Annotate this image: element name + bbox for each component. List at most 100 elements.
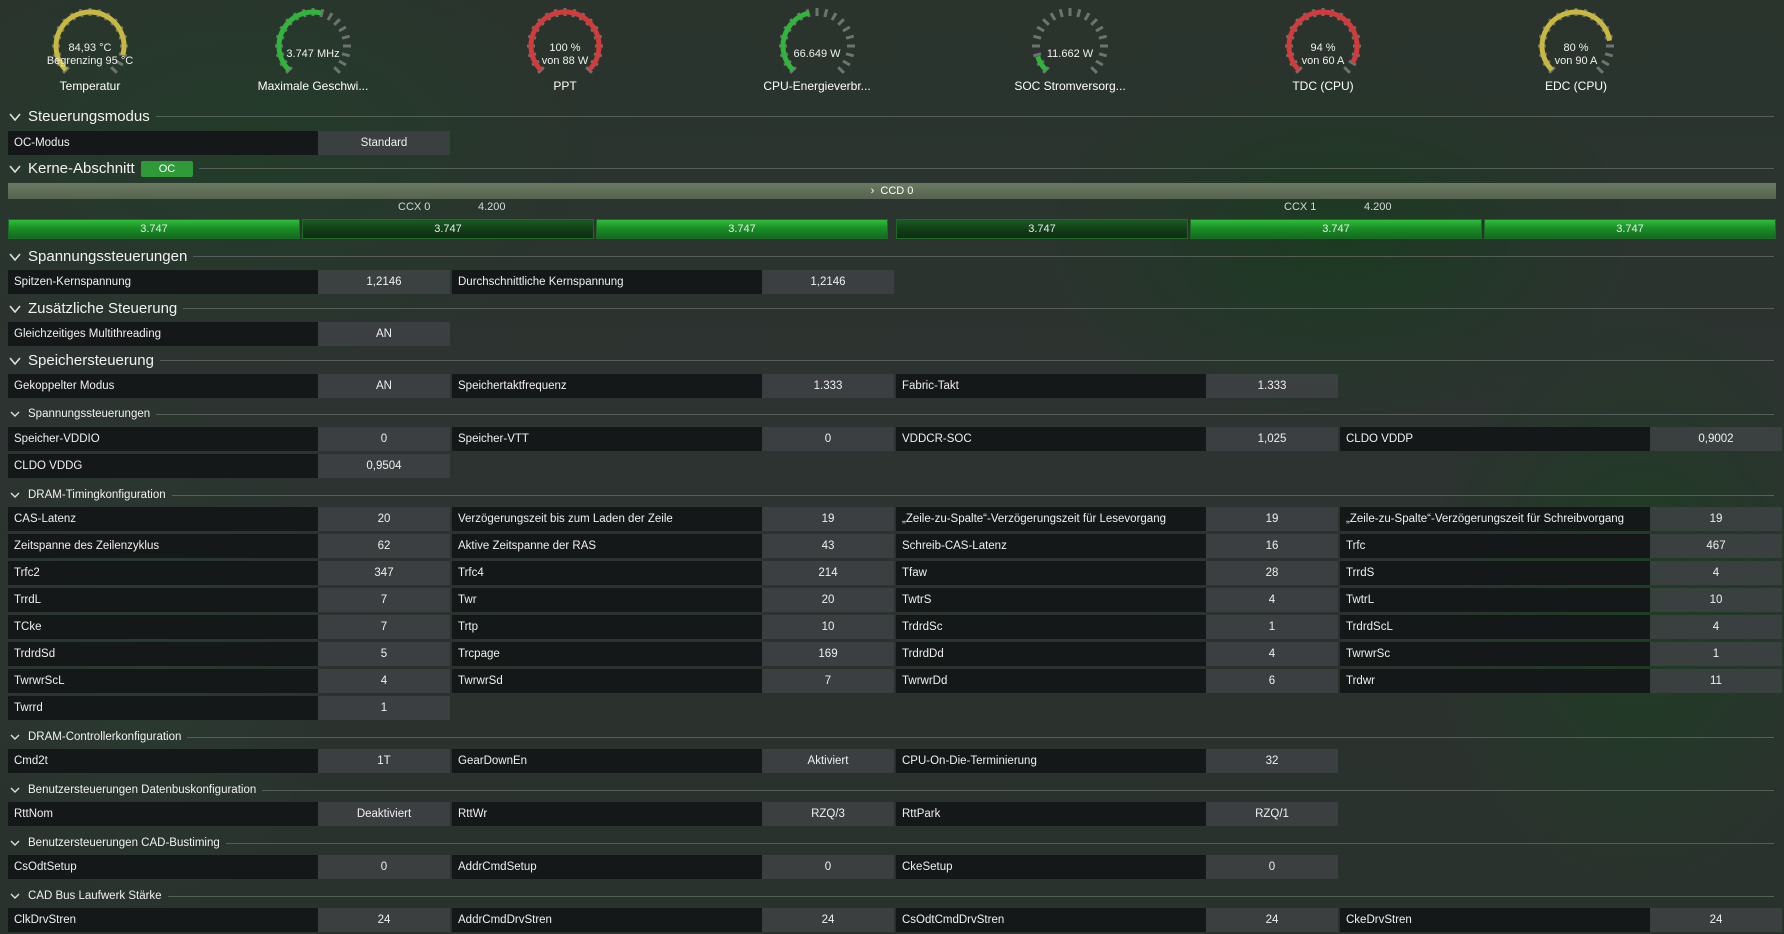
section-cores[interactable]: Kerne-Abschnitt OC xyxy=(8,160,1774,177)
chevron-down-icon[interactable] xyxy=(8,837,22,849)
field-value[interactable]: 1 xyxy=(1650,642,1782,666)
timing-field[interactable]: Trcpage 169 xyxy=(452,642,894,666)
timing-field[interactable]: Trtp 10 xyxy=(452,615,894,639)
section-memory-voltage[interactable]: Spannungssteuerungen xyxy=(8,408,1774,420)
timing-field[interactable]: Trfc 467 xyxy=(1340,534,1782,558)
field-value[interactable]: 1T xyxy=(318,749,450,773)
timing-field[interactable]: TrdrdSd 5 xyxy=(8,642,450,666)
field[interactable]: GearDownEn Aktiviert xyxy=(452,749,894,773)
ccd-header[interactable]: › CCD 0 xyxy=(8,183,1776,199)
field[interactable]: Gleichzeitiges Multithreading AN xyxy=(8,322,450,346)
field-value[interactable]: 19 xyxy=(1650,507,1782,531)
timing-field[interactable]: TwtrS 4 xyxy=(896,588,1338,612)
timing-field[interactable]: Verzögerungszeit bis zum Laden der Zeile… xyxy=(452,507,894,531)
field-value[interactable]: Deaktiviert xyxy=(318,802,450,826)
timing-field[interactable]: TrdrdDd 4 xyxy=(896,642,1338,666)
field-value[interactable]: 10 xyxy=(1650,588,1782,612)
field[interactable]: RttWr RZQ/3 xyxy=(452,802,894,826)
timing-field[interactable]: TrdrdSc 1 xyxy=(896,615,1338,639)
field[interactable]: Speichertaktfrequenz 1.333 xyxy=(452,374,894,398)
field-value[interactable]: 5 xyxy=(318,642,450,666)
chevron-down-icon[interactable] xyxy=(8,731,22,743)
field-value[interactable]: 1 xyxy=(318,696,450,720)
timing-field[interactable]: Aktive Zeitspanne der RAS 43 xyxy=(452,534,894,558)
field-value[interactable]: 1.333 xyxy=(762,374,894,398)
field-value[interactable]: 0,9002 xyxy=(1650,427,1782,451)
section-databus[interactable]: Benutzersteuerungen Datenbuskonfiguratio… xyxy=(8,784,1774,796)
field-value[interactable]: 16 xyxy=(1206,534,1338,558)
chevron-down-icon[interactable] xyxy=(8,111,22,123)
timing-field[interactable]: TrrdL 7 xyxy=(8,588,450,612)
field[interactable]: ClkDrvStren 24 xyxy=(8,908,450,932)
timing-field[interactable]: TwrwrDd 6 xyxy=(896,669,1338,693)
timing-field[interactable]: TrdrdScL 4 xyxy=(1340,615,1782,639)
field-value[interactable]: 0 xyxy=(318,855,450,879)
field[interactable]: CkeDrvStren 24 xyxy=(1340,908,1782,932)
field-value[interactable]: 28 xyxy=(1206,561,1338,585)
chevron-down-icon[interactable] xyxy=(8,784,22,796)
field-value[interactable]: 4 xyxy=(1206,642,1338,666)
field[interactable]: Speicher-VDDIO 0 xyxy=(8,427,450,451)
field-value[interactable]: 4 xyxy=(1206,588,1338,612)
timing-field[interactable]: Schreib-CAS-Latenz 16 xyxy=(896,534,1338,558)
field-value[interactable]: 0 xyxy=(762,855,894,879)
timing-field[interactable]: Trfc2 347 xyxy=(8,561,450,585)
field-value[interactable]: 0,9504 xyxy=(318,454,450,478)
field-value[interactable]: 24 xyxy=(318,908,450,932)
field[interactable]: Durchschnittliche Kernspannung 1,2146 xyxy=(452,270,894,294)
field-value[interactable]: RZQ/1 xyxy=(1206,802,1338,826)
section-memory[interactable]: Speichersteuerung xyxy=(8,352,1774,369)
field-value[interactable]: 7 xyxy=(318,615,450,639)
timing-field[interactable]: Twr 20 xyxy=(452,588,894,612)
field-value[interactable]: 7 xyxy=(318,588,450,612)
field-value[interactable]: 11 xyxy=(1650,669,1782,693)
field-value[interactable]: 24 xyxy=(762,908,894,932)
field[interactable]: RttPark RZQ/1 xyxy=(896,802,1338,826)
field-value[interactable]: 467 xyxy=(1650,534,1782,558)
chevron-down-icon[interactable] xyxy=(8,303,22,315)
field-value[interactable]: RZQ/3 xyxy=(762,802,894,826)
timing-field[interactable]: Trfc4 214 xyxy=(452,561,894,585)
chevron-down-icon[interactable] xyxy=(8,408,22,420)
field-value[interactable]: 20 xyxy=(318,507,450,531)
timing-field[interactable]: TwtrL 10 xyxy=(1340,588,1782,612)
field-value[interactable]: 169 xyxy=(762,642,894,666)
field-value[interactable]: 0 xyxy=(762,427,894,451)
field-value[interactable]: 20 xyxy=(762,588,894,612)
field-value[interactable]: 43 xyxy=(762,534,894,558)
field-value[interactable]: 7 xyxy=(762,669,894,693)
field-value[interactable]: 1.333 xyxy=(1206,374,1338,398)
field-value[interactable]: 347 xyxy=(318,561,450,585)
field-value[interactable]: 4 xyxy=(1650,561,1782,585)
field-value[interactable]: 10 xyxy=(762,615,894,639)
chevron-down-icon[interactable] xyxy=(8,355,22,367)
field[interactable]: Cmd2t 1T xyxy=(8,749,450,773)
timing-field[interactable]: „Zeile-zu-Spalte“-Verzögerungszeit für L… xyxy=(896,507,1338,531)
field-value[interactable]: 4 xyxy=(1650,615,1782,639)
field-value[interactable]: 4 xyxy=(318,669,450,693)
field[interactable]: AddrCmdSetup 0 xyxy=(452,855,894,879)
chevron-down-icon[interactable] xyxy=(8,489,22,501)
timing-field[interactable]: Twrrd 1 xyxy=(8,696,450,720)
field-value[interactable]: 19 xyxy=(762,507,894,531)
field-value[interactable]: 32 xyxy=(1206,749,1338,773)
section-control-mode[interactable]: Steuerungsmodus xyxy=(8,108,1774,125)
field-oc-mode[interactable]: OC-Modus Standard xyxy=(8,131,450,155)
field[interactable]: CPU-On-Die-Terminierung 32 xyxy=(896,749,1338,773)
field-value[interactable]: Standard xyxy=(318,131,450,155)
field-value[interactable]: 24 xyxy=(1650,908,1782,932)
field-value[interactable]: 6 xyxy=(1206,669,1338,693)
timing-field[interactable]: CAS-Latenz 20 xyxy=(8,507,450,531)
chevron-down-icon[interactable] xyxy=(8,890,22,902)
field-value[interactable]: 19 xyxy=(1206,507,1338,531)
field-value[interactable]: 1 xyxy=(1206,615,1338,639)
field-value[interactable]: 1,025 xyxy=(1206,427,1338,451)
field[interactable]: Speicher-VTT 0 xyxy=(452,427,894,451)
field[interactable]: Fabric-Takt 1.333 xyxy=(896,374,1338,398)
field[interactable]: Spitzen-Kernspannung 1,2146 xyxy=(8,270,450,294)
timing-field[interactable]: Tfaw 28 xyxy=(896,561,1338,585)
field[interactable]: CsOdtCmdDrvStren 24 xyxy=(896,908,1338,932)
field-value[interactable]: 0 xyxy=(1206,855,1338,879)
timing-field[interactable]: „Zeile-zu-Spalte“-Verzögerungszeit für S… xyxy=(1340,507,1782,531)
field-value[interactable]: AN xyxy=(318,322,450,346)
